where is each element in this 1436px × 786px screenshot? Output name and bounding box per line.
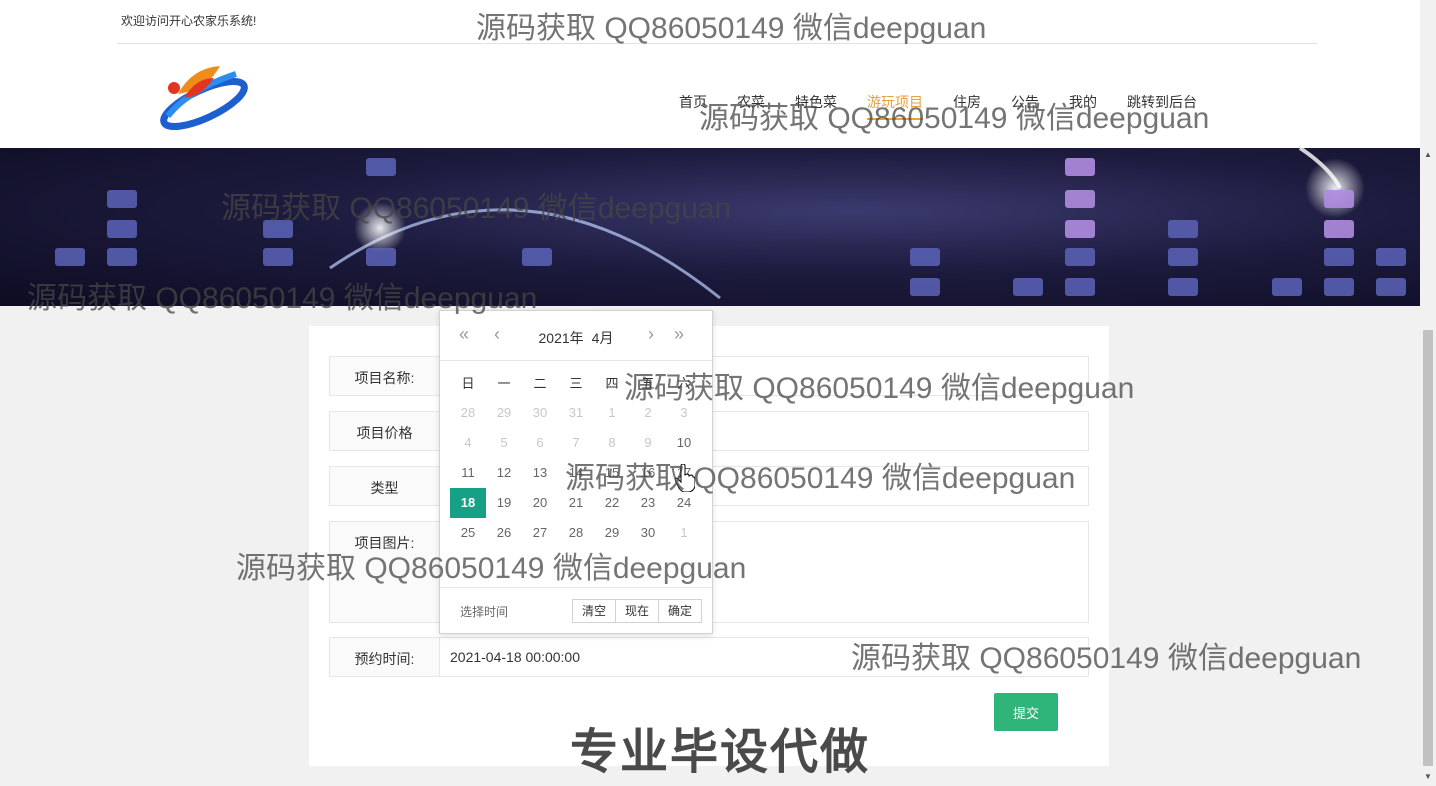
date-picker-footer: 选择时间 清空 现在 确定 [440, 587, 712, 633]
calendar-day[interactable]: 11 [450, 458, 486, 488]
double-chevron-right-icon[interactable]: » [674, 325, 684, 343]
clear-button[interactable]: 清空 [571, 599, 616, 623]
nav-farm-dishes[interactable]: 农菜 [737, 92, 765, 120]
weekday-label: 三 [569, 376, 583, 391]
calendar-day[interactable]: 1 [594, 398, 630, 428]
nav-announcements[interactable]: 公告 [1011, 92, 1039, 120]
chevron-right-icon[interactable]: › [648, 325, 654, 343]
calendar-day[interactable]: 13 [522, 458, 558, 488]
calendar-day[interactable]: 24 [666, 488, 702, 518]
calendar-week: 28 29 30 31 1 2 3 [450, 398, 702, 428]
field-label: 项目图片: [330, 522, 440, 622]
calendar-week: 11121314151617 [450, 458, 702, 488]
calendar-day[interactable]: 5 [486, 428, 522, 458]
banner-image [0, 148, 1420, 306]
calendar-day[interactable]: 29 [486, 398, 522, 428]
main-nav: 首页 农菜 特色菜 游玩项目 住房 公告 我的 跳转到后台 [664, 92, 1212, 120]
calendar-day[interactable]: 26 [486, 518, 522, 548]
calendar-day[interactable]: 2 [630, 398, 666, 428]
calendar-day[interactable]: 21 [558, 488, 594, 518]
nav-home[interactable]: 首页 [679, 92, 707, 120]
calendar-week: 18 19 20 21 22 23 24 [450, 488, 702, 518]
field-label: 类型 [330, 467, 440, 505]
calendar-day[interactable]: 16 [630, 458, 666, 488]
nav-specialty-dishes[interactable]: 特色菜 [795, 92, 837, 120]
calendar-day[interactable]: 28 [558, 518, 594, 548]
calendar-day[interactable]: 27 [522, 518, 558, 548]
calendar-day[interactable]: 6 [522, 428, 558, 458]
nav-housing[interactable]: 住房 [953, 92, 981, 120]
calendar-day[interactable]: 10 [666, 428, 702, 458]
calendar-week: 25 26 27 28 29 30 1 [450, 518, 702, 548]
footer-buttons: 清空 现在 确定 [571, 599, 702, 623]
calendar-day[interactable]: 14 [558, 458, 594, 488]
calendar-day[interactable]: 25 [450, 518, 486, 548]
banner-graphic [55, 148, 1406, 300]
calendar-day[interactable]: 30 [630, 518, 666, 548]
hand-cursor-icon [675, 464, 695, 492]
calendar-day[interactable]: 3 [666, 398, 702, 428]
year-month-label: 2021年 4月 [440, 328, 712, 348]
date-picker: « ‹ 2021年 4月 › » 日 一 二 三 四 五 六 28 29 30 31 1 2… [439, 310, 713, 634]
calendar-day[interactable]: 8 [594, 428, 630, 458]
calendar-day[interactable]: 20 [522, 488, 558, 518]
calendar-day[interactable]: 1 [666, 518, 702, 548]
weekday-label: 一 [497, 376, 511, 391]
logo-icon[interactable] [158, 60, 250, 132]
nav-mine[interactable]: 我的 [1069, 92, 1097, 120]
calendar-day[interactable]: 7 [558, 428, 594, 458]
scroll-down-arrow-icon[interactable]: ▼ [1424, 772, 1432, 781]
field-label: 预约时间: [330, 638, 440, 676]
calendar-day[interactable]: 23 [630, 488, 666, 518]
weekday-label: 四 [605, 376, 619, 391]
calendar-day[interactable]: 22 [594, 488, 630, 518]
calendar-day[interactable]: 30 [522, 398, 558, 428]
field-label: 项目名称: [330, 357, 440, 395]
weekday-header: 日 一 二 三 四 五 六 [450, 373, 702, 392]
date-picker-header: « ‹ 2021年 4月 › » [440, 311, 712, 361]
calendar-day[interactable]: 15 [594, 458, 630, 488]
calendar-day[interactable]: 4 [450, 428, 486, 458]
weekday-label: 六 [677, 376, 691, 391]
submit-button[interactable]: 提交 [994, 693, 1058, 731]
year-label[interactable]: 2021年 [539, 330, 584, 346]
form-row-reserve-time: 预约时间: [329, 637, 1089, 677]
page-scrollbar[interactable]: ▲ ▼ [1420, 148, 1436, 786]
calendar-day[interactable]: 18 [450, 488, 486, 518]
weekday-label: 二 [533, 376, 547, 391]
calendar-day[interactable]: 29 [594, 518, 630, 548]
calendar-day[interactable]: 19 [486, 488, 522, 518]
header: 首页 农菜 特色菜 游玩项目 住房 公告 我的 跳转到后台 [0, 44, 1420, 148]
calendar-day[interactable]: 12 [486, 458, 522, 488]
nav-play-projects[interactable]: 游玩项目 [867, 92, 923, 120]
now-button[interactable]: 现在 [614, 599, 659, 623]
calendar-week: 4 5 6 7 8 9 10 [450, 428, 702, 458]
scroll-up-arrow-icon[interactable]: ▲ [1424, 150, 1432, 159]
top-bar: 欢迎访问开心农家乐系统! [0, 0, 1420, 44]
confirm-button[interactable]: 确定 [657, 599, 702, 623]
scrollbar-thumb[interactable] [1423, 330, 1433, 766]
weekday-label: 五 [641, 376, 655, 391]
calendar-day[interactable]: 31 [558, 398, 594, 428]
nav-admin[interactable]: 跳转到后台 [1127, 92, 1197, 120]
field-label: 项目价格 [330, 412, 440, 450]
welcome-text: 欢迎访问开心农家乐系统! [121, 14, 257, 28]
month-label[interactable]: 4月 [592, 330, 614, 346]
choose-time-link[interactable]: 选择时间 [460, 603, 508, 620]
calendar-day[interactable]: 9 [630, 428, 666, 458]
day-grid: 2829303112345678910111213141516171819202… [450, 398, 702, 548]
reserve-time-input[interactable] [440, 638, 1088, 676]
weekday-label: 日 [461, 376, 475, 391]
calendar-day[interactable]: 28 [450, 398, 486, 428]
watermark-banner-text: 专业毕设代做 [570, 726, 871, 779]
